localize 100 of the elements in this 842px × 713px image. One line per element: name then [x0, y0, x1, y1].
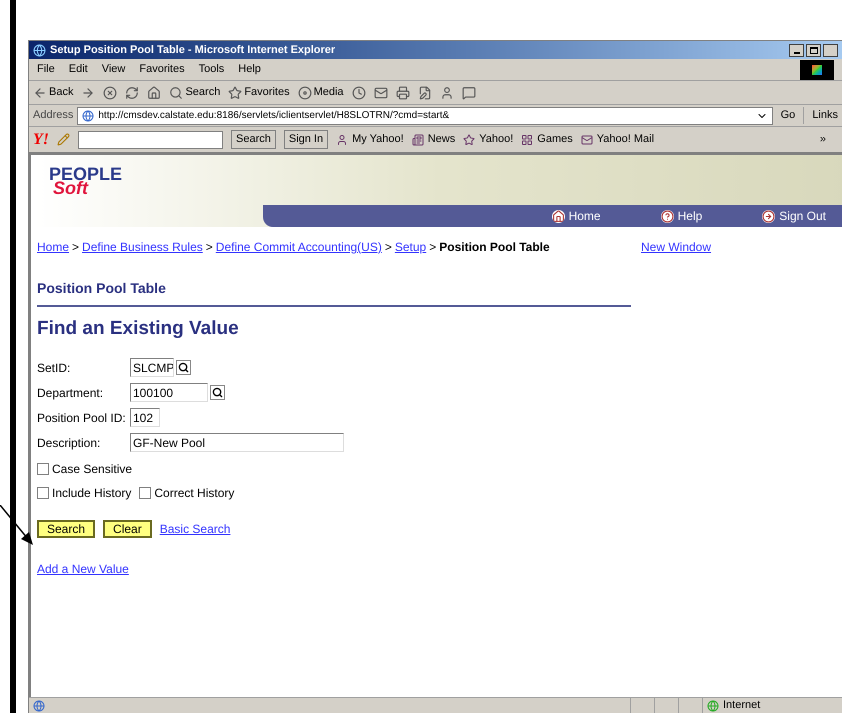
- checkbox[interactable]: [37, 486, 49, 498]
- lookup-icon[interactable]: [176, 360, 191, 375]
- nav-link[interactable]: Help: [660, 207, 702, 225]
- toolbar-item-icon: [412, 134, 424, 146]
- mail-icon: [374, 86, 388, 100]
- mail-button[interactable]: [374, 86, 388, 100]
- new-window-link[interactable]: New Window: [641, 238, 712, 256]
- breadcrumb-current: Position Pool Table: [439, 239, 550, 256]
- media-icon: [298, 86, 312, 100]
- pencil-icon[interactable]: [57, 133, 70, 146]
- nav-link[interactable]: Sign Out: [762, 207, 826, 225]
- windows-logo-icon: [800, 60, 834, 80]
- favorites-button[interactable]: Favorites: [228, 84, 290, 101]
- discuss-icon: [462, 86, 476, 100]
- checkbox-label: Case Sensitive: [52, 460, 132, 478]
- yahoo-logo: Y!: [33, 130, 49, 150]
- stop-button[interactable]: [103, 86, 118, 100]
- basic-search-link[interactable]: Basic Search: [160, 520, 230, 538]
- stop-icon: [103, 86, 118, 100]
- breadcrumb-link[interactable]: Setup: [394, 238, 426, 256]
- browser-icon: [33, 44, 46, 56]
- toolbar-item-icon: [521, 134, 534, 146]
- breadcrumb-link[interactable]: Home: [37, 238, 70, 256]
- window-title: Setup Position Pool Table - Microsoft Internet Explorer: [50, 42, 336, 58]
- toolbar-item-icon: [580, 134, 593, 146]
- sign-in-button[interactable]: Sign In: [284, 130, 328, 149]
- links-label[interactable]: Links: [803, 107, 838, 124]
- menu-item[interactable]: File: [37, 61, 55, 78]
- print-button[interactable]: [396, 86, 410, 100]
- discuss-button[interactable]: [462, 86, 476, 100]
- arrow-icon: [762, 210, 776, 222]
- toolbar-item-icon: [336, 134, 348, 146]
- close-button[interactable]: [823, 44, 838, 56]
- more-chevron[interactable]: »: [820, 131, 838, 148]
- add-new-value-link[interactable]: Add a New Value: [37, 560, 129, 578]
- messenger-button[interactable]: [440, 86, 454, 100]
- field-label: Department:: [37, 384, 104, 402]
- page-heading: Find an Existing Value: [37, 317, 240, 341]
- checkbox-label: Correct History: [154, 484, 234, 502]
- nav-link[interactable]: Home: [552, 207, 601, 225]
- favorites-icon: [228, 86, 242, 100]
- breadcrumb-separator: >: [72, 239, 80, 256]
- breadcrumb-link[interactable]: Define Commit Accounting(US): [216, 238, 382, 256]
- text-field[interactable]: 100100: [130, 383, 208, 402]
- edit-icon: [418, 86, 432, 100]
- go-button[interactable]: Go: [776, 107, 800, 124]
- menu-item[interactable]: Help: [238, 61, 261, 78]
- back-button[interactable]: Back: [33, 84, 74, 101]
- search-button[interactable]: Search: [169, 84, 220, 101]
- menu-item[interactable]: Tools: [198, 61, 224, 78]
- yahoo-toolbar-item[interactable]: News: [412, 131, 456, 148]
- form-button[interactable]: Search: [37, 520, 96, 538]
- page-icon: [82, 110, 94, 122]
- help-icon: [660, 210, 674, 222]
- yahoo-toolbar-item[interactable]: My Yahoo!: [336, 131, 404, 148]
- history-icon: [352, 86, 366, 100]
- yahoo-toolbar-item[interactable]: Games: [521, 131, 573, 148]
- checkbox[interactable]: [37, 462, 49, 474]
- peoplesoft-logo: PEOPLE Soft: [49, 165, 122, 197]
- pointer-arrow: [0, 505, 34, 545]
- field-label: SetID:: [37, 360, 72, 376]
- field-label: Description:: [37, 434, 102, 452]
- section-title: Position Pool Table: [37, 280, 166, 296]
- media-button[interactable]: Media: [298, 84, 344, 101]
- forward-icon: [81, 86, 96, 100]
- history-button[interactable]: [352, 86, 366, 100]
- yahoo-search-button[interactable]: Search: [231, 130, 276, 149]
- print-icon: [396, 86, 410, 100]
- lookup-icon[interactable]: [210, 385, 225, 400]
- form-button[interactable]: Clear: [103, 520, 152, 538]
- home-icon: [552, 210, 565, 222]
- home-button[interactable]: [147, 86, 162, 100]
- breadcrumb-link[interactable]: Define Business Rules: [82, 238, 203, 256]
- minimize-button[interactable]: [789, 44, 804, 56]
- edit-button[interactable]: [418, 86, 432, 100]
- globe-icon: [707, 700, 719, 712]
- breadcrumb-separator: >: [206, 239, 213, 256]
- messenger-icon: [440, 86, 454, 100]
- maximize-button[interactable]: [806, 44, 821, 56]
- menu-item[interactable]: Edit: [68, 61, 88, 78]
- url-text: http://cmsdev.calstate.edu:8186/servlets/iclientservlet/H8SLOTRN/?cmd=start&: [98, 109, 450, 123]
- refresh-button[interactable]: [125, 86, 140, 100]
- checkbox-label: Include History: [52, 484, 132, 502]
- page-icon: [33, 700, 45, 712]
- address-field[interactable]: http://cmsdev.calstate.edu:8186/servlets/iclientservlet/H8SLOTRN/?cmd=start&: [77, 106, 773, 124]
- breadcrumb-separator: >: [429, 239, 436, 256]
- text-field[interactable]: 102: [130, 408, 160, 427]
- text-field[interactable]: GF-New Pool: [130, 433, 344, 452]
- search-icon: [169, 86, 184, 100]
- yahoo-toolbar-item[interactable]: Yahoo! Mail: [580, 131, 654, 148]
- zone-label: Internet: [723, 698, 760, 713]
- back-icon: [33, 86, 47, 100]
- field-label: Position Pool ID:: [37, 410, 127, 426]
- checkbox[interactable]: [139, 486, 152, 498]
- yahoo-search-field[interactable]: [78, 130, 223, 148]
- refresh-icon: [125, 86, 140, 100]
- yahoo-toolbar-item[interactable]: Yahoo!: [463, 131, 514, 148]
- menu-item[interactable]: View: [102, 61, 126, 78]
- forward-button[interactable]: [81, 86, 96, 100]
- menu-item[interactable]: Favorites: [139, 61, 185, 78]
